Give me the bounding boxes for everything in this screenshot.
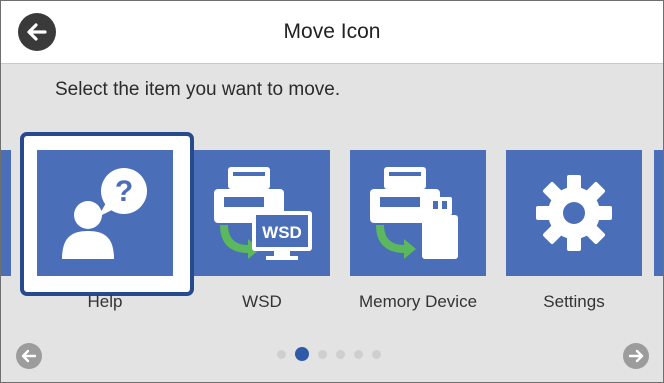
- svg-text:WSD: WSD: [262, 223, 302, 242]
- back-button[interactable]: [18, 13, 56, 51]
- tile-memory-device[interactable]: [350, 150, 486, 276]
- page-dot: [318, 349, 327, 359]
- page-dot: [336, 349, 345, 359]
- wsd-scanner-icon: WSD: [214, 167, 312, 260]
- gear-icon: [536, 175, 612, 251]
- partial-tile-left: [1, 150, 11, 276]
- previous-page-button[interactable]: [16, 343, 42, 369]
- memory-device-scanner-icon: [370, 167, 458, 259]
- arrow-right-icon: [628, 349, 644, 363]
- page-dot: [277, 349, 286, 359]
- tile-settings[interactable]: [506, 150, 642, 276]
- page-title: Move Icon: [283, 20, 381, 43]
- tile-label-wsd: WSD: [242, 292, 282, 311]
- page-dot: [372, 349, 381, 359]
- partial-tile-right: [654, 150, 663, 276]
- svg-text:?: ?: [115, 175, 133, 208]
- screen: Move Icon Select the item you want to mo…: [0, 0, 664, 383]
- tile-label-settings: Settings: [543, 292, 605, 311]
- arrow-left-icon: [21, 349, 37, 363]
- next-page-button[interactable]: [623, 343, 649, 369]
- tile-wsd[interactable]: WSD: [194, 150, 330, 276]
- arrow-left-icon: [27, 23, 47, 41]
- page-dot: [354, 349, 363, 359]
- page-dot-active: [295, 347, 309, 361]
- header-bar: Move Icon: [1, 1, 663, 64]
- tile-label-help: Help: [87, 292, 123, 311]
- page-indicator: [277, 347, 390, 361]
- instruction-text: Select the item you want to move.: [55, 79, 341, 100]
- tile-label-memory-device: Memory Device: [358, 292, 478, 311]
- tile-help[interactable]: ?: [37, 150, 173, 276]
- help-person-icon: ?: [62, 168, 147, 259]
